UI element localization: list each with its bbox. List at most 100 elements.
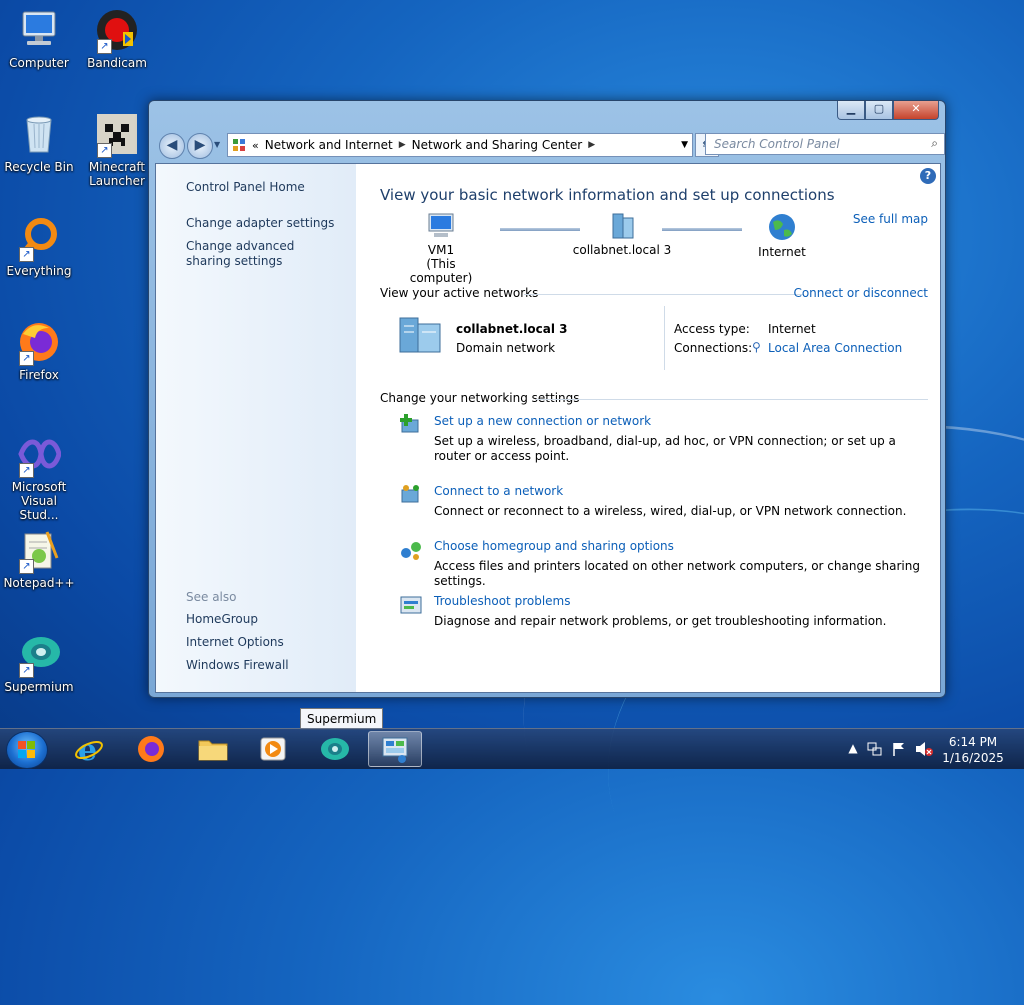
computer-subtitle: (This computer) bbox=[409, 257, 473, 285]
windows-logo-icon bbox=[18, 741, 35, 758]
taskbar-control-panel[interactable] bbox=[368, 731, 422, 767]
homegroup-link[interactable]: HomeGroup bbox=[186, 612, 258, 627]
close-button[interactable]: ✕ bbox=[893, 101, 939, 120]
connections-label: Connections: bbox=[674, 341, 753, 355]
breadcrumb-network-sharing-center[interactable]: Network and Sharing Center bbox=[412, 138, 583, 152]
task-title[interactable]: Troubleshoot problems bbox=[434, 594, 570, 608]
left-navigation-pane: Control Panel Home Change adapter settin… bbox=[156, 164, 356, 692]
connect-network-icon bbox=[401, 485, 419, 503]
start-button[interactable] bbox=[6, 731, 48, 769]
shortcut-arrow-icon: ↗ bbox=[97, 143, 112, 158]
breadcrumb-separator-icon[interactable]: ▶ bbox=[399, 140, 406, 150]
maximize-button[interactable]: ▢ bbox=[865, 101, 893, 120]
access-type-label: Access type: bbox=[674, 322, 750, 336]
taskbar-firefox[interactable] bbox=[124, 731, 178, 767]
desktop-icon-label: Firefox bbox=[19, 368, 59, 382]
help-icon[interactable]: ? bbox=[920, 168, 936, 184]
breadcrumb-network-and-internet[interactable]: Network and Internet bbox=[265, 138, 393, 152]
internet-options-link[interactable]: Internet Options bbox=[186, 635, 284, 650]
network-sharing-center-window[interactable]: ▁ ▢ ✕ ◀ ▶ ▼ « Network and Internet ▶ Net… bbox=[148, 100, 946, 698]
search-placeholder: Search Control Panel bbox=[714, 137, 840, 151]
see-full-map-link[interactable]: See full map bbox=[853, 212, 928, 226]
breadcrumb-overflow-icon[interactable]: « bbox=[252, 139, 259, 152]
minimize-button[interactable]: ▁ bbox=[837, 101, 865, 120]
address-bar[interactable]: « Network and Internet ▶ Network and Sha… bbox=[227, 133, 693, 157]
search-input[interactable]: Search Control Panel ⌕ bbox=[705, 133, 945, 155]
taskbar-internet-explorer[interactable]: e bbox=[62, 731, 116, 767]
desktop-icon-everything[interactable]: ↗ Everything bbox=[0, 216, 78, 278]
taskbar-supermium[interactable] bbox=[308, 731, 362, 767]
firefox-icon bbox=[138, 736, 164, 762]
local-area-connection-link[interactable]: Local Area Connection bbox=[768, 341, 902, 355]
shortcut-arrow-icon: ↗ bbox=[19, 463, 34, 478]
desktop-icon-firefox[interactable]: ↗ Firefox bbox=[0, 320, 78, 382]
vertical-divider bbox=[664, 306, 665, 370]
media-player-icon bbox=[260, 737, 286, 761]
desktop-icon-notepadpp[interactable]: ↗ Notepad++ bbox=[0, 528, 78, 590]
change-advanced-sharing-link[interactable]: Change advanced sharing settings bbox=[186, 239, 336, 269]
control-panel-icon bbox=[232, 138, 248, 152]
task-description: Access files and printers located on oth… bbox=[434, 559, 920, 588]
internet-label: Internet bbox=[758, 245, 806, 259]
map-node-internet[interactable]: Internet bbox=[742, 212, 822, 259]
bandicam-icon: ↗ bbox=[95, 8, 139, 54]
back-button[interactable]: ◀ bbox=[159, 133, 185, 159]
map-node-network[interactable]: collabnet.local 3 bbox=[572, 212, 672, 257]
map-node-computer[interactable]: VM1 (This computer) bbox=[396, 212, 486, 285]
active-network-name: collabnet.local 3 bbox=[456, 322, 568, 336]
change-adapter-settings-link[interactable]: Change adapter settings bbox=[186, 216, 334, 231]
internet-explorer-icon: e bbox=[75, 734, 103, 764]
desktop-icon-minecraft[interactable]: ↗ Minecraft Launcher bbox=[78, 112, 156, 188]
page-title: View your basic network information and … bbox=[380, 186, 835, 204]
map-connection-line bbox=[500, 228, 580, 231]
domain-network-icon bbox=[399, 317, 441, 353]
desktop-icon-supermium[interactable]: ↗ Supermium bbox=[0, 632, 78, 694]
desktop-icon-visual-studio[interactable]: ↗ Microsoft Visual Stud... bbox=[0, 432, 78, 522]
windows-firewall-link[interactable]: Windows Firewall bbox=[186, 658, 289, 673]
notepadpp-icon: ↗ bbox=[17, 528, 61, 574]
shortcut-arrow-icon: ↗ bbox=[19, 663, 34, 678]
navigation-bar: ◀ ▶ ▼ « Network and Internet ▶ Network a… bbox=[157, 131, 945, 159]
volume-muted-icon[interactable] bbox=[915, 741, 933, 757]
desktop-icon-bandicam[interactable]: ↗ Bandicam bbox=[78, 8, 156, 70]
action-center-flag-icon[interactable] bbox=[891, 741, 907, 757]
main-content: ? View your basic network information an… bbox=[356, 164, 940, 692]
desktop-icon-label: Bandicam bbox=[87, 56, 147, 70]
firefox-icon: ↗ bbox=[17, 320, 61, 366]
troubleshoot-icon bbox=[400, 596, 422, 614]
domain-network-icon bbox=[612, 213, 634, 239]
map-connection-line bbox=[662, 228, 742, 231]
desktop-icon-label: Notepad++ bbox=[3, 576, 75, 590]
taskbar-file-explorer[interactable] bbox=[186, 731, 240, 767]
breadcrumb-separator-icon[interactable]: ▶ bbox=[588, 140, 595, 150]
control-panel-home-link[interactable]: Control Panel Home bbox=[186, 180, 305, 195]
show-hidden-icons-button[interactable]: ▲ bbox=[845, 741, 861, 757]
see-also-label: See also bbox=[186, 590, 237, 604]
shortcut-arrow-icon: ↗ bbox=[19, 351, 34, 366]
task-description: Set up a wireless, broadband, dial-up, a… bbox=[434, 434, 896, 463]
active-network-category[interactable]: Domain network bbox=[456, 341, 555, 355]
folder-icon bbox=[198, 740, 228, 761]
task-title[interactable]: Connect to a network bbox=[434, 484, 563, 498]
network-tray-icon[interactable] bbox=[867, 741, 883, 757]
system-clock[interactable]: 6:14 PM 1/16/2025 bbox=[938, 734, 1008, 766]
desktop-icon-computer[interactable]: Computer bbox=[0, 8, 78, 70]
computer-name: VM1 bbox=[427, 243, 455, 257]
recent-pages-dropdown[interactable]: ▼ bbox=[214, 140, 220, 149]
section-divider bbox=[536, 399, 928, 400]
search-icon[interactable]: ⌕ bbox=[931, 136, 938, 151]
desktop-icon-recycle-bin[interactable]: Recycle Bin bbox=[0, 112, 78, 174]
taskbar-media-player[interactable] bbox=[246, 731, 300, 767]
computer-icon bbox=[17, 8, 61, 52]
homegroup-icon bbox=[401, 542, 421, 560]
shortcut-arrow-icon: ↗ bbox=[97, 39, 112, 54]
desktop-icon-label: Recycle Bin bbox=[4, 160, 74, 174]
forward-button[interactable]: ▶ bbox=[187, 133, 213, 159]
task-title[interactable]: Set up a new connection or network bbox=[434, 414, 651, 428]
clock-time: 6:14 PM bbox=[948, 735, 998, 749]
task-title[interactable]: Choose homegroup and sharing options bbox=[434, 539, 674, 553]
address-dropdown-icon[interactable]: ▼ bbox=[681, 140, 688, 150]
everything-icon: ↗ bbox=[17, 216, 61, 262]
connect-disconnect-link[interactable]: Connect or disconnect bbox=[793, 286, 928, 300]
window-content: Control Panel Home Change adapter settin… bbox=[155, 163, 941, 693]
